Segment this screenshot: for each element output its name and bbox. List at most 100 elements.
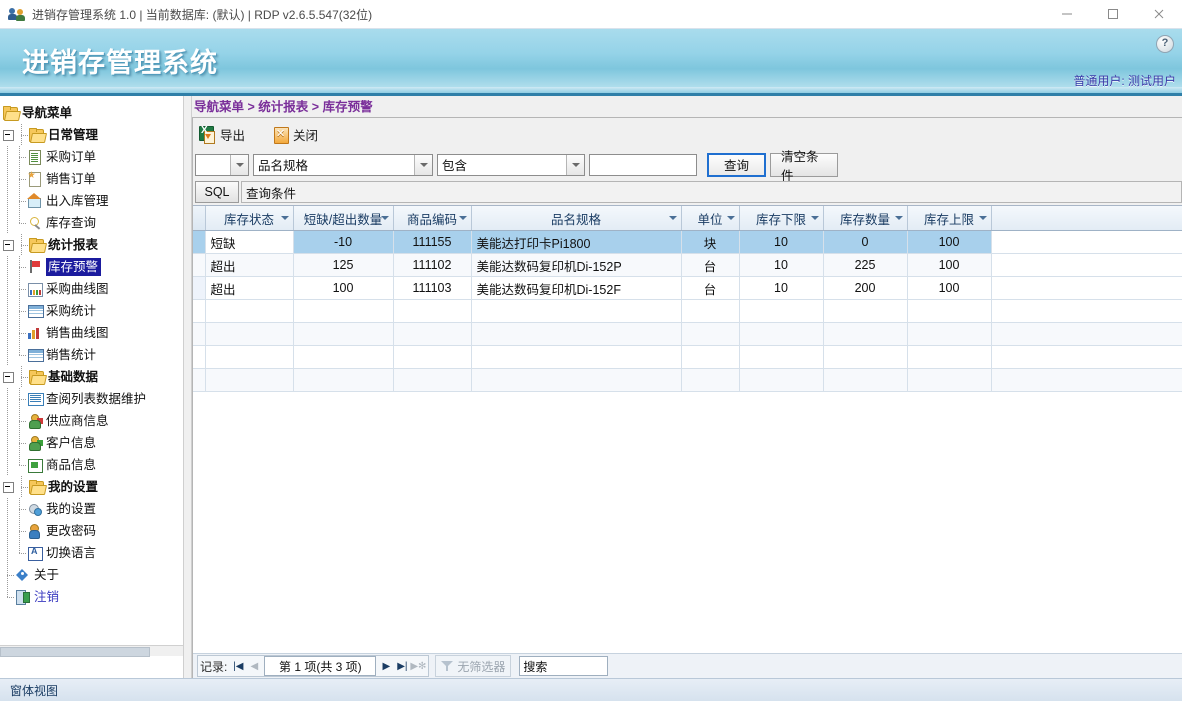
cell-qty[interactable]: 225 bbox=[823, 253, 908, 277]
filter-status-button[interactable]: 无筛选器 bbox=[435, 655, 512, 677]
export-button[interactable]: 导出 bbox=[199, 124, 245, 144]
cell-name[interactable]: 美能达数码复印机Di-152P bbox=[471, 253, 682, 277]
cell-max[interactable]: 100 bbox=[907, 276, 992, 300]
field-select[interactable]: 品名规格 bbox=[253, 153, 433, 176]
sql-button[interactable]: SQL bbox=[195, 181, 239, 203]
table-row[interactable]: 短缺 -10 111155 美能达打印卡Pi1800 块 10 0 100 bbox=[193, 230, 1182, 254]
sidebar-splitter[interactable] bbox=[184, 96, 192, 678]
cell-diff[interactable]: -10 bbox=[293, 230, 394, 254]
last-record-button[interactable]: ▶| bbox=[394, 657, 410, 675]
row-selector[interactable] bbox=[193, 322, 206, 346]
expander-icon[interactable] bbox=[2, 129, 15, 142]
grid-col-name[interactable]: 品名规格 bbox=[471, 206, 682, 231]
cell-qty[interactable]: 0 bbox=[823, 230, 908, 254]
sidebar-item-stock-alert[interactable]: 库存预警 bbox=[0, 256, 183, 278]
cell-unit[interactable]: 块 bbox=[681, 230, 740, 254]
record-position[interactable]: 第 1 项(共 3 项) bbox=[264, 656, 377, 676]
grid-col-qty[interactable]: 库存数量 bbox=[823, 206, 908, 231]
chevron-down-icon[interactable] bbox=[978, 216, 987, 220]
row-selector[interactable] bbox=[193, 253, 206, 277]
sidebar-item-stock-query[interactable]: 库存查询 bbox=[0, 212, 183, 234]
cell-status[interactable]: 超出 bbox=[205, 253, 294, 277]
logic-select[interactable] bbox=[195, 153, 249, 176]
sidebar-item-sales-chart[interactable]: 销售曲线图 bbox=[0, 322, 183, 344]
sidebar-group-reports[interactable]: 统计报表 bbox=[0, 234, 183, 256]
row-selector[interactable] bbox=[193, 299, 206, 323]
table-row[interactable]: 超出 125 111102 美能达数码复印机Di-152P 台 10 225 1… bbox=[193, 253, 1182, 277]
chevron-down-icon[interactable] bbox=[894, 216, 903, 220]
sidebar-item-customer[interactable]: 客户信息 bbox=[0, 432, 183, 454]
chevron-down-icon[interactable] bbox=[230, 154, 248, 175]
minimize-button[interactable] bbox=[1044, 0, 1090, 28]
breadcrumb-item-2[interactable]: 统计报表 bbox=[258, 100, 308, 114]
cell-code[interactable]: 111103 bbox=[393, 276, 472, 300]
expander-icon[interactable] bbox=[2, 239, 15, 252]
sidebar-root-navigation[interactable]: 导航菜单 bbox=[0, 102, 183, 124]
keyword-input[interactable] bbox=[589, 153, 697, 176]
table-row-empty[interactable] bbox=[193, 299, 1182, 323]
cell-diff[interactable]: 100 bbox=[293, 276, 394, 300]
chevron-down-icon[interactable] bbox=[380, 216, 389, 220]
cell-qty[interactable]: 200 bbox=[823, 276, 908, 300]
table-row[interactable]: 超出 100 111103 美能达数码复印机Di-152F 台 10 200 1… bbox=[193, 276, 1182, 300]
sidebar-item-about[interactable]: 关于 bbox=[0, 564, 183, 586]
grid-col-diff[interactable]: 短缺/超出数量 bbox=[293, 206, 394, 231]
sidebar-item-change-password[interactable]: 更改密码 bbox=[0, 520, 183, 542]
table-row-empty[interactable] bbox=[193, 345, 1182, 369]
sidebar-group-settings[interactable]: 我的设置 bbox=[0, 476, 183, 498]
cell-unit[interactable]: 台 bbox=[681, 253, 740, 277]
sidebar-item-logout[interactable]: 注销 bbox=[0, 586, 183, 608]
sidebar-group-daily[interactable]: 日常管理 bbox=[0, 124, 183, 146]
sidebar-item-my-settings[interactable]: 我的设置 bbox=[0, 498, 183, 520]
chevron-down-icon[interactable] bbox=[414, 154, 432, 175]
sidebar-item-purchase-order[interactable]: 采购订单 bbox=[0, 146, 183, 168]
query-button[interactable]: 查询 bbox=[707, 152, 766, 177]
next-record-button[interactable]: ▶ bbox=[378, 657, 394, 675]
grid-col-min[interactable]: 库存下限 bbox=[739, 206, 824, 231]
clear-conditions-button[interactable]: 清空条件 bbox=[770, 150, 838, 183]
row-selector[interactable] bbox=[193, 345, 206, 369]
cell-min[interactable]: 10 bbox=[739, 230, 824, 254]
row-selector[interactable] bbox=[193, 368, 206, 392]
new-record-button[interactable]: ▶✻ bbox=[410, 657, 426, 675]
cell-max[interactable]: 100 bbox=[907, 253, 992, 277]
cell-code[interactable]: 111155 bbox=[393, 230, 472, 254]
maximize-button[interactable] bbox=[1090, 0, 1136, 28]
sidebar-item-purchase-chart[interactable]: 采购曲线图 bbox=[0, 278, 183, 300]
first-record-button[interactable]: |◀ bbox=[230, 657, 246, 675]
cell-status[interactable]: 短缺 bbox=[204, 230, 294, 254]
expander-icon[interactable] bbox=[2, 371, 15, 384]
chevron-down-icon[interactable] bbox=[566, 154, 584, 175]
sidebar-group-basedata[interactable]: 基础数据 bbox=[0, 366, 183, 388]
operator-select[interactable]: 包含 bbox=[437, 153, 585, 176]
breadcrumb-item-1[interactable]: 导航菜单 bbox=[194, 100, 244, 114]
table-row-empty[interactable] bbox=[193, 322, 1182, 346]
sidebar-hscrollbar[interactable] bbox=[0, 645, 183, 657]
search-input[interactable]: 搜索 bbox=[519, 656, 609, 676]
chevron-down-icon[interactable] bbox=[280, 216, 289, 220]
query-condition-display[interactable]: 查询条件 bbox=[241, 181, 1182, 203]
scrollbar-thumb[interactable] bbox=[0, 647, 150, 657]
grid-col-max[interactable]: 库存上限 bbox=[907, 206, 992, 231]
cell-name[interactable]: 美能达数码复印机Di-152F bbox=[471, 276, 682, 300]
grid-col-code[interactable]: 商品编码 bbox=[393, 206, 472, 231]
sidebar-item-product[interactable]: 商品信息 bbox=[0, 454, 183, 476]
chevron-down-icon[interactable] bbox=[810, 216, 819, 220]
chevron-down-icon[interactable] bbox=[668, 216, 677, 220]
grid-col-unit[interactable]: 单位 bbox=[681, 206, 740, 231]
grid-select-all-header[interactable] bbox=[193, 206, 206, 231]
chevron-down-icon[interactable] bbox=[726, 216, 735, 220]
expander-icon[interactable] bbox=[2, 481, 15, 494]
row-selector[interactable] bbox=[193, 230, 206, 254]
sidebar-item-sales-order[interactable]: 销售订单 bbox=[0, 168, 183, 190]
cell-diff[interactable]: 125 bbox=[293, 253, 394, 277]
breadcrumb-item-3[interactable]: 库存预警 bbox=[323, 100, 373, 114]
cell-name[interactable]: 美能达打印卡Pi1800 bbox=[471, 230, 682, 254]
chevron-down-icon[interactable] bbox=[458, 216, 467, 220]
sidebar-item-purchase-stats[interactable]: 采购统计 bbox=[0, 300, 183, 322]
row-selector[interactable] bbox=[193, 276, 206, 300]
cell-unit[interactable]: 台 bbox=[681, 276, 740, 300]
cell-min[interactable]: 10 bbox=[739, 276, 824, 300]
table-row-empty[interactable] bbox=[193, 368, 1182, 392]
cell-code[interactable]: 111102 bbox=[393, 253, 472, 277]
